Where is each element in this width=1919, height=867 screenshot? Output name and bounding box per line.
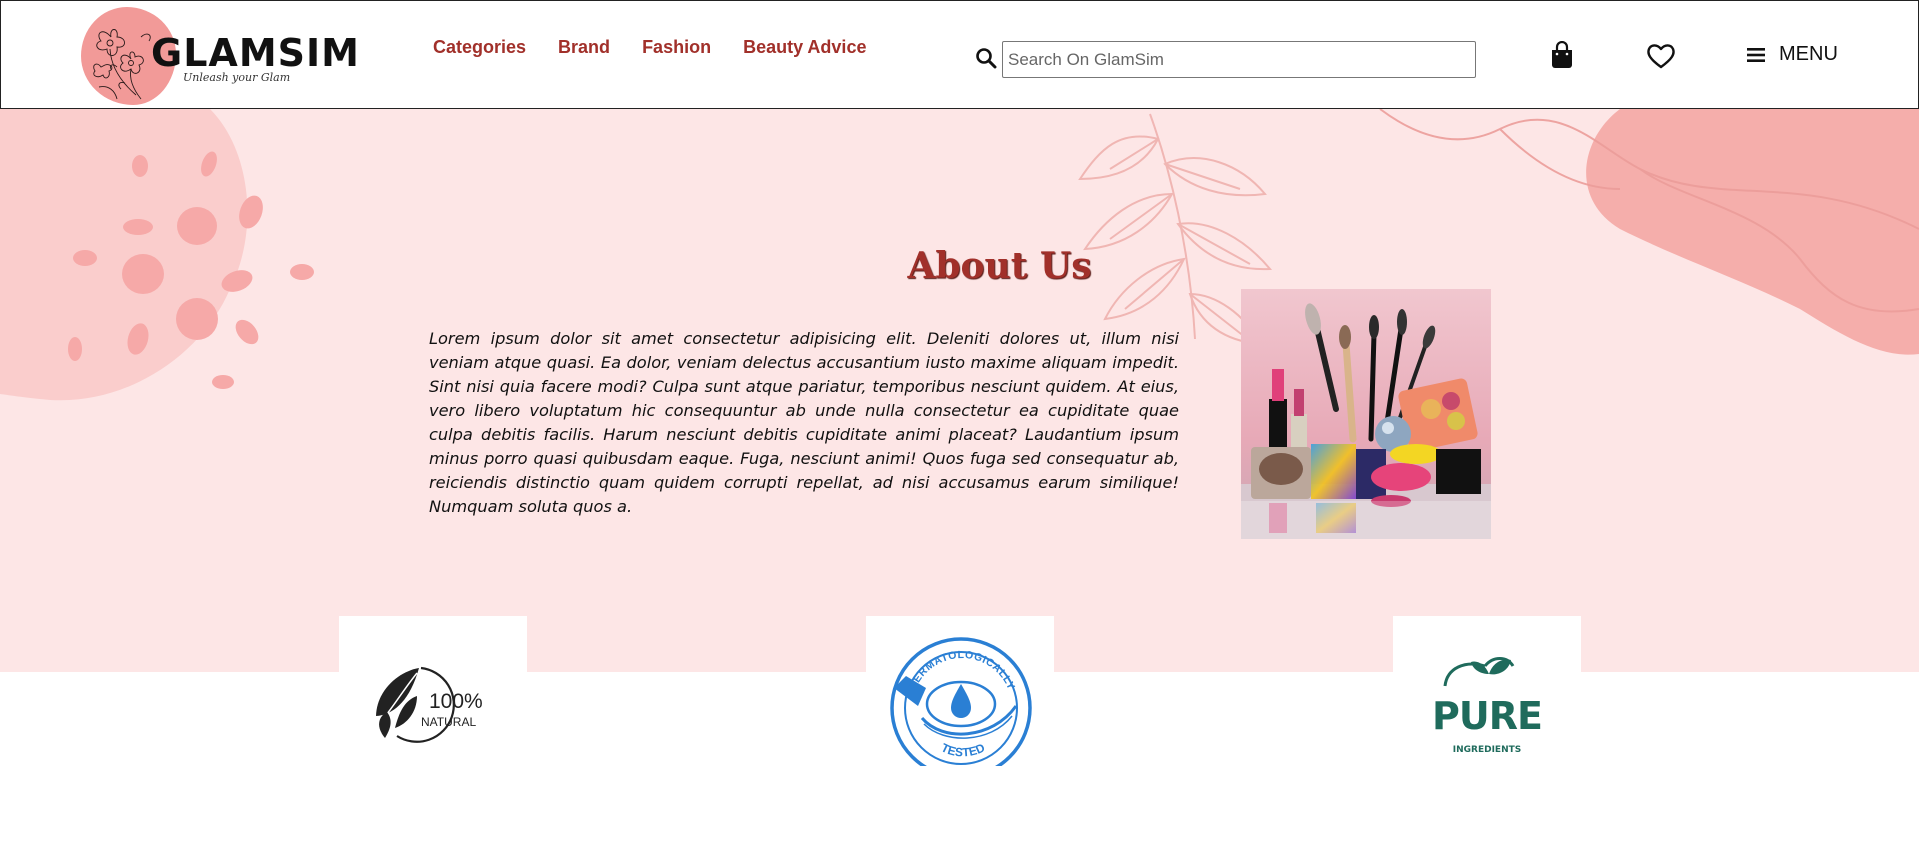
cosmetics-product-image (1241, 289, 1491, 539)
about-section: About Us Lorem ipsum dolor sit amet cons… (0, 109, 1919, 672)
heart-icon[interactable] (1646, 43, 1676, 69)
badge-pure-word: PURE (1432, 694, 1542, 738)
brand-logo[interactable]: GLAMSIM Unleash your Glam (81, 7, 359, 107)
nav-item-fashion[interactable]: Fashion (642, 37, 711, 58)
badge-natural-percent: 100% (429, 690, 483, 713)
badge-derm-arc-top: DERMATOLOGICALLY (907, 649, 1017, 692)
nav-item-beauty-advice[interactable]: Beauty Advice (743, 37, 866, 58)
sprout-icon (1443, 657, 1515, 687)
about-body: Lorem ipsum dolor sit amet consectetur a… (429, 329, 1179, 516)
leaf-icon (376, 668, 419, 738)
hamburger-icon (1747, 47, 1765, 62)
site-header: GLAMSIM Unleash your Glam Categories Bra… (0, 0, 1919, 109)
svg-text:TESTED: TESTED (939, 740, 987, 759)
badge-natural-label: NATURAL (421, 715, 476, 729)
brand-name: GLAMSIM (151, 31, 360, 75)
brand-tagline: Unleash your Glam (183, 71, 291, 84)
nav-item-brand[interactable]: Brand (558, 37, 610, 58)
water-drop-icon (925, 680, 997, 728)
svg-text:DERMATOLOGICALLY: DERMATOLOGICALLY (907, 649, 1017, 692)
about-title: About Us (0, 245, 1919, 287)
badge-pure-ingredients: PURE INGREDIENTS (1393, 616, 1581, 766)
badge-derm-arc-bottom: TESTED (939, 740, 987, 759)
badge-dermatologically-tested: DERMATOLOGICALLY TESTED (866, 616, 1054, 766)
menu-label: MENU (1779, 43, 1838, 65)
search-input[interactable] (1002, 41, 1476, 78)
badge-ingredients-label: INGREDIENTS (1453, 745, 1521, 755)
about-title-text: About Us (907, 245, 1092, 287)
badge-100-natural: 100% NATURAL (339, 616, 527, 766)
search-icon[interactable] (975, 47, 997, 69)
menu-button[interactable]: MENU (1747, 43, 1838, 66)
shopping-bag-icon[interactable] (1549, 41, 1575, 69)
nav-item-categories[interactable]: Categories (433, 37, 526, 58)
main-nav: Categories Brand Fashion Beauty Advice (433, 37, 866, 58)
